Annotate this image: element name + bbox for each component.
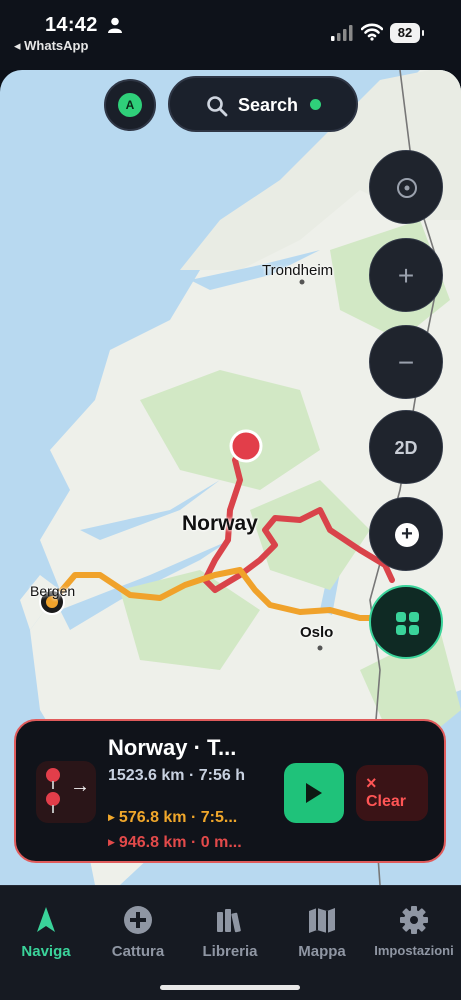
clear-route-button[interactable]: × Clear (356, 765, 428, 821)
arrow-right-icon: → (70, 775, 90, 797)
settings-gear-icon (400, 906, 428, 934)
place-label-norway: Norway (182, 512, 258, 535)
place-label-oslo: Oslo (300, 624, 334, 641)
place-label-bergen: Bergen (30, 583, 76, 599)
tab-impostazioni[interactable]: Impostazioni (368, 886, 460, 976)
view-mode-toggle[interactable]: 2D (369, 410, 443, 484)
close-icon: × (366, 773, 377, 793)
avatar-letter: A (118, 93, 142, 117)
wifi-icon (361, 23, 383, 41)
back-app-label: WhatsApp (24, 38, 89, 53)
destination-marker (229, 429, 263, 463)
plus-circle-icon (124, 906, 152, 934)
route-segment-red: ▶ 946.8 km · 0 m... (108, 834, 242, 851)
battery-level: 82 (397, 25, 413, 40)
navigation-arrow-icon (37, 907, 55, 932)
map-icon (309, 908, 335, 933)
tab-label: Mappa (298, 943, 346, 960)
route-total-distance: 1523.6 km · 7:56 h (108, 767, 245, 784)
play-icon (306, 783, 322, 803)
tab-label: Impostazioni (374, 943, 454, 958)
zoom-out-button[interactable]: − (369, 325, 443, 399)
avatar-button[interactable]: A (104, 79, 156, 131)
library-icon (217, 909, 241, 933)
signal-icon (331, 25, 353, 41)
pin-icon (46, 768, 60, 813)
bottom-tab-bar: Naviga Cattura Libreria Mappa Impostazio… (0, 885, 461, 1000)
tab-libreria[interactable]: Libreria (184, 886, 276, 976)
search-label: Search (238, 95, 299, 115)
status-time: 14:42 (45, 14, 98, 36)
clear-label: Clear (366, 793, 407, 810)
person-icon (108, 17, 122, 33)
search-icon (207, 96, 228, 117)
add-waypoint-button[interactable]: + (369, 497, 443, 571)
tab-label: Cattura (111, 943, 165, 960)
search-status-dot (310, 99, 321, 110)
search-button[interactable]: Search (168, 76, 358, 132)
status-bar: 14:42 ◂ WhatsApp 82 (0, 0, 461, 70)
grid-icon (396, 612, 420, 636)
zoom-out-icon: − (397, 347, 415, 378)
view-mode-label: 2D (394, 438, 418, 458)
home-indicator (160, 985, 300, 990)
target-icon (397, 178, 417, 198)
route-title: Norway · T... (108, 735, 237, 760)
tab-label: Naviga (21, 943, 71, 960)
place-label-trondheim: Trondheim (262, 262, 334, 279)
route-card[interactable]: → Norway · T... 1523.6 km · 7:56 h ▶ 576.… (14, 719, 446, 863)
orange-segment-value: 576.8 km · 7:5... (118, 809, 238, 826)
back-to-app-link[interactable]: ◂ WhatsApp (14, 38, 88, 54)
battery-icon: 82 (390, 23, 424, 43)
layers-button[interactable] (369, 585, 443, 659)
tab-naviga[interactable]: Naviga (0, 886, 92, 976)
add-icon: + (395, 523, 419, 547)
tab-mappa[interactable]: Mappa (276, 886, 368, 976)
route-waypoints-thumbnail[interactable]: → (36, 761, 96, 823)
tab-label: Libreria (202, 943, 258, 960)
start-navigation-button[interactable] (284, 763, 344, 823)
zoom-in-icon: + (397, 260, 415, 291)
trondheim-dot (299, 279, 305, 285)
zoom-in-button[interactable]: + (369, 238, 443, 312)
red-segment-value: 946.8 km · 0 m... (118, 834, 242, 851)
locate-button[interactable] (369, 150, 443, 224)
route-segment-orange: ▶ 576.8 km · 7:5... (108, 809, 238, 826)
oslo-dot (317, 645, 323, 651)
tab-cattura[interactable]: Cattura (92, 886, 184, 976)
